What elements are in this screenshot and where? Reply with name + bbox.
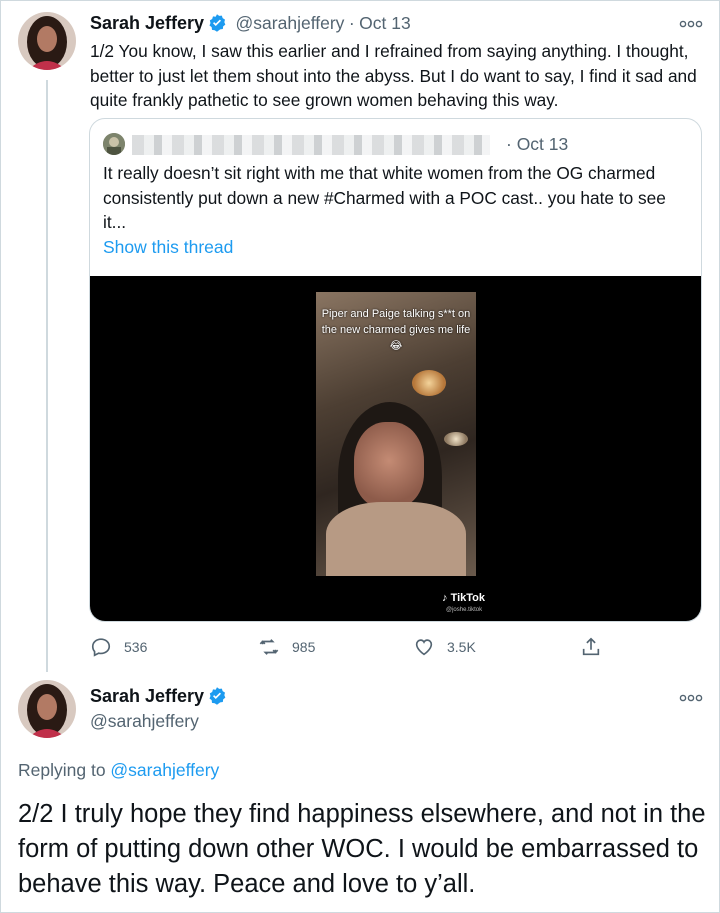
retweet-icon xyxy=(259,639,279,655)
heart-icon xyxy=(415,639,433,656)
tweet2-header: Sarah Jeffery xyxy=(90,686,227,707)
retweet-count: 985 xyxy=(292,639,316,655)
quoted-tweet[interactable]: · Oct 13 It really doesn’t sit right wit… xyxy=(89,118,702,622)
verified-badge-icon xyxy=(209,14,226,32)
like-button[interactable]: 3.5K xyxy=(413,634,476,660)
tiktok-logo-icon: ♪ xyxy=(442,592,448,604)
show-thread-link[interactable]: Show this thread xyxy=(103,237,233,258)
reply-icon xyxy=(91,638,111,657)
tiktok-label: TikTok xyxy=(450,592,485,604)
tweet-actions: 536 985 3.5K xyxy=(90,634,610,660)
person-body xyxy=(326,502,466,576)
more-options-icon[interactable] xyxy=(679,19,703,29)
video-media[interactable]: Piper and Paige talking s**t on the new … xyxy=(90,276,701,621)
tiktok-video-frame[interactable]: Piper and Paige talking s**t on the new … xyxy=(316,292,476,576)
replying-to-mention[interactable]: @sarahjeffery xyxy=(110,760,219,780)
share-button[interactable] xyxy=(580,634,602,660)
author-handle-2[interactable]: @sarahjeffery xyxy=(90,711,199,732)
quoted-text: It really doesn’t sit right with me that… xyxy=(103,163,666,232)
tweet1-text: 1/2 You know, I saw this earlier and I r… xyxy=(90,41,697,110)
person-face xyxy=(354,422,424,508)
lamp-light-2 xyxy=(444,432,468,446)
replying-to: Replying to @sarahjeffery xyxy=(18,760,219,781)
author-avatar[interactable] xyxy=(18,12,76,70)
reply-count: 536 xyxy=(124,639,148,655)
author-avatar-2[interactable] xyxy=(18,680,76,738)
author-name[interactable]: Sarah Jeffery xyxy=(90,13,204,33)
like-count: 3.5K xyxy=(447,639,476,655)
thread-connector xyxy=(46,80,48,672)
author-name-2[interactable]: Sarah Jeffery xyxy=(90,686,204,706)
quoted-author-avatar xyxy=(103,133,125,155)
tiktok-watermark: ♪ TikTok xyxy=(442,592,485,604)
quoted-date[interactable]: · Oct 13 xyxy=(506,134,568,155)
share-icon xyxy=(582,637,600,656)
tiktok-username: @joshe.tiktok xyxy=(446,607,483,613)
redacted-author-name xyxy=(132,135,490,155)
lamp-light xyxy=(412,370,446,396)
video-caption: Piper and Paige talking s**t on the new … xyxy=(321,308,471,352)
verified-badge-icon xyxy=(209,687,226,705)
more-options-icon[interactable] xyxy=(679,693,703,703)
separator-dot: · xyxy=(348,13,355,33)
tweet1-header: Sarah Jeffery @sarahjeffery · Oct 13 xyxy=(90,13,411,34)
tweet2-text: 2/2 I truly hope they find happiness els… xyxy=(18,800,706,898)
tweet-date[interactable]: Oct 13 xyxy=(359,13,411,33)
replying-to-label: Replying to xyxy=(18,760,111,780)
author-handle[interactable]: @sarahjeffery xyxy=(236,13,345,33)
retweet-button[interactable]: 985 xyxy=(258,634,315,660)
reply-button[interactable]: 536 xyxy=(90,634,147,660)
